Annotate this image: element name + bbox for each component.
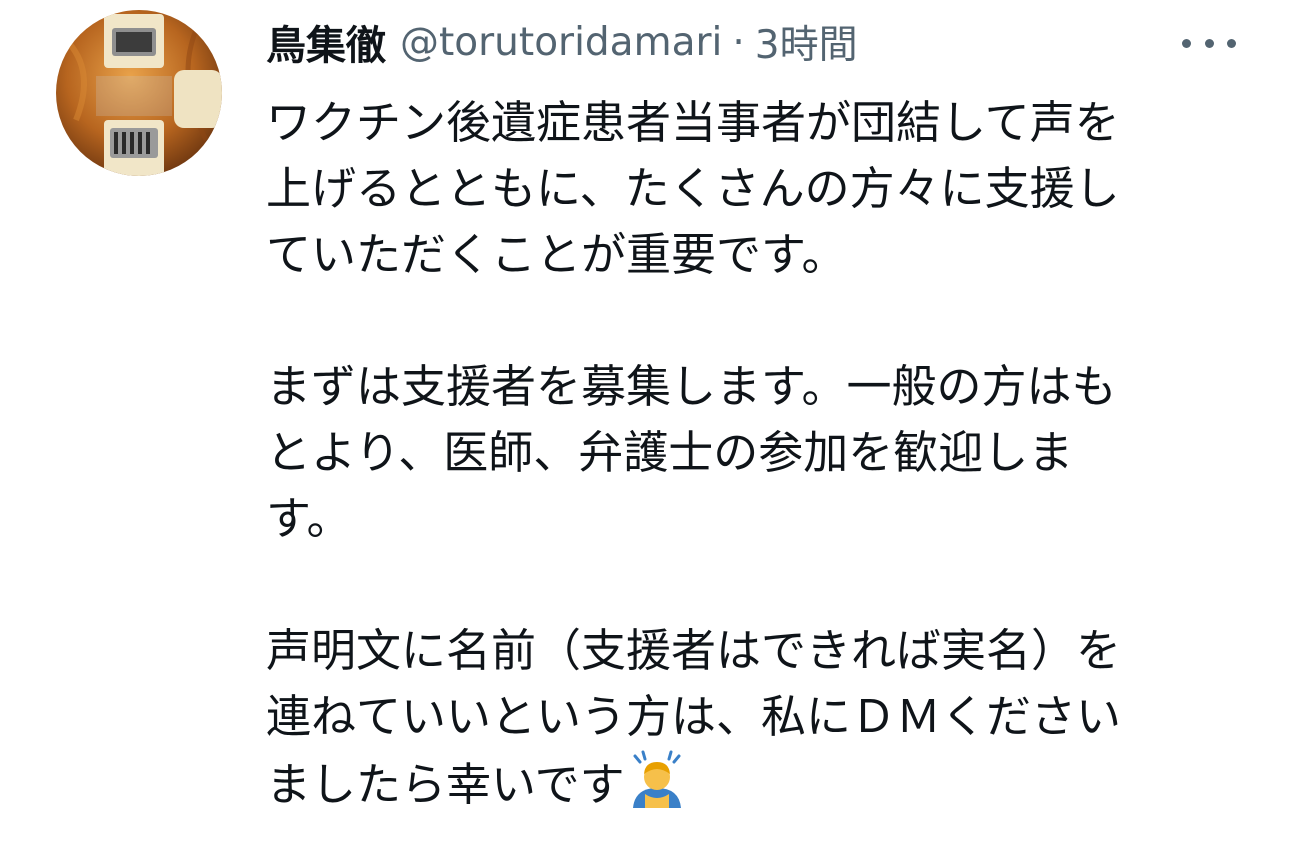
tweet-line: とより、医師、弁護士の参加を歓迎しま <box>266 426 1074 479</box>
tweet-line: ワクチン後遺症患者当事者が団結して声を <box>266 96 1120 149</box>
tweet-timestamp[interactable]: 3時間 <box>755 14 858 70</box>
tweet-text: ワクチン後遺症患者当事者が団結して声を 上げるとともに、たくさんの方々に支援し … <box>266 90 1236 818</box>
tweet-line: まずは支援者を募集します。一般の方はも <box>266 360 1117 413</box>
user-handle[interactable]: @torutoridamari <box>400 20 722 65</box>
guitar-avatar-image <box>56 10 222 176</box>
more-dot <box>1227 38 1236 48</box>
avatar[interactable] <box>56 10 222 176</box>
tweet-line: 声明文に名前（支援者はできれば実名）を <box>266 624 1122 677</box>
tweet-paragraph: ワクチン後遺症患者当事者が団結して声を 上げるとともに、たくさんの方々に支援し … <box>266 90 1236 288</box>
tweet-paragraph: まずは支援者を募集します。一般の方はも とより、医師、弁護士の参加を歓迎しま す… <box>266 354 1236 552</box>
tweet-header: 鳥集徹 @torutoridamari · 3時間 <box>266 14 858 70</box>
header-separator: · <box>732 19 745 65</box>
display-name[interactable]: 鳥集徹 <box>266 13 386 71</box>
more-horizontal-icon[interactable] <box>1182 28 1236 58</box>
person-bowing-emoji <box>627 750 687 810</box>
tweet-line: 上げるとともに、たくさんの方々に支援し <box>266 162 1120 215</box>
tweet-line: 連ねていいという方は、私にＤＭください <box>266 690 1122 743</box>
more-dot <box>1182 38 1191 48</box>
tweet-line: す。 <box>266 492 352 545</box>
more-dot <box>1204 38 1214 48</box>
tweet-paragraph: 声明文に名前（支援者はできれば実名）を 連ねていいという方は、私にＤＭください … <box>266 618 1236 818</box>
tweet-line-text: ましたら幸いです <box>266 758 625 811</box>
tweet-line: ましたら幸いです <box>266 750 1236 818</box>
tweet-line: ていただくことが重要です。 <box>266 228 847 281</box>
